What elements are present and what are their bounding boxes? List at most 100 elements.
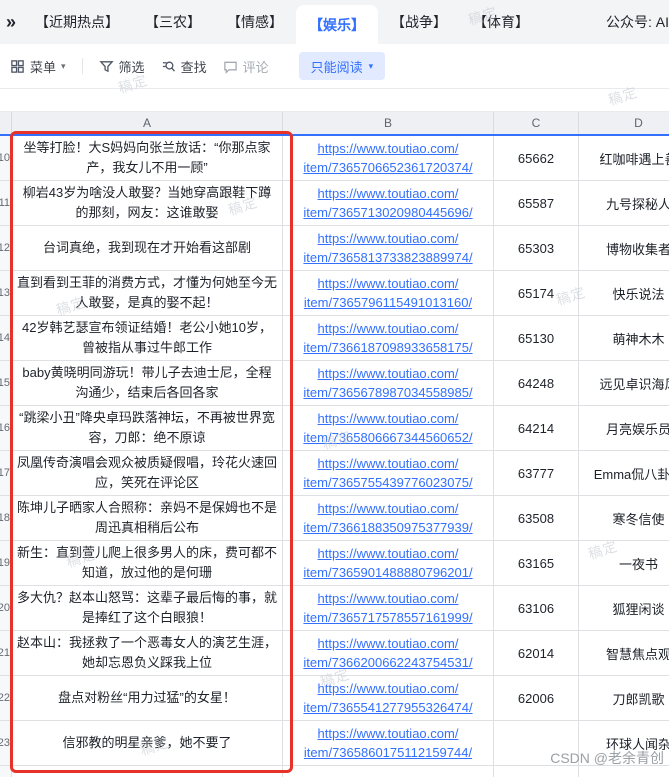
article-link-line2[interactable]: item/7365901488880796201/ — [303, 563, 472, 582]
title-cell[interactable] — [12, 766, 283, 777]
account-cell[interactable]: 博物收集者 — [579, 226, 669, 271]
title-cell[interactable]: baby黄晓明同游玩！带儿子去迪士尼，全程沟通少，结束后各回各家 — [12, 361, 283, 406]
tab-official-account[interactable]: 公众号: AI — [593, 0, 669, 44]
url-cell[interactable]: https://www.toutiao.com/ item/7365860175… — [283, 721, 494, 766]
article-link-line2[interactable]: item/7365541277955326474/ — [303, 698, 472, 717]
column-header-a[interactable]: A — [12, 112, 283, 134]
account-cell[interactable]: 寒冬信使 — [579, 496, 669, 541]
count-cell[interactable]: 63165 — [494, 541, 579, 586]
article-link-line1[interactable]: https://www.toutiao.com/ — [318, 274, 459, 293]
row-number[interactable]: 20 — [0, 586, 12, 631]
count-cell[interactable]: 65303 — [494, 226, 579, 271]
menu-button[interactable]: 菜单 ▾ — [10, 57, 66, 76]
account-cell[interactable]: 智慧焦点观 — [579, 631, 669, 676]
article-link-line1[interactable]: https://www.toutiao.com/ — [318, 499, 459, 518]
comment-button[interactable]: 评论 — [223, 57, 269, 76]
account-cell[interactable]: 快乐说法 — [579, 271, 669, 316]
count-cell[interactable]: 63508 — [494, 496, 579, 541]
row-number[interactable]: 10 — [0, 136, 12, 181]
article-link-line2[interactable]: item/7365860175112159744/ — [304, 743, 472, 762]
row-number[interactable]: 17 — [0, 451, 12, 496]
row-number[interactable]: 24 — [0, 766, 12, 777]
title-cell[interactable]: 42岁韩艺瑟宣布领证结婚！老公小她10岁，曾被指从事过牛郎工作 — [12, 316, 283, 361]
readonly-button[interactable]: 只能阅读 ▾ — [298, 52, 386, 80]
article-link-line2[interactable]: item/7365755439776023075/ — [303, 473, 472, 492]
url-cell[interactable]: https://www.toutiao.com/ item/7365713020… — [283, 181, 494, 226]
tab-tiyu[interactable]: 【体育】 — [460, 0, 542, 44]
url-cell[interactable]: https://www.toutiao.com/ item/7365901488… — [283, 541, 494, 586]
title-cell[interactable]: “跳梁小丑”降央卓玛跌落神坛，不再被世界宽容，刀郎：绝不原谅 — [12, 406, 283, 451]
url-cell[interactable]: https://www.toutiao.com/ item/7366187098… — [283, 316, 494, 361]
row-number[interactable]: 13 — [0, 271, 12, 316]
article-link-line2[interactable]: item/7365796115491013160/ — [304, 293, 472, 312]
count-cell[interactable]: 65587 — [494, 181, 579, 226]
url-cell[interactable]: https://www.toutiao.com/ item/7366188350… — [283, 496, 494, 541]
row-number[interactable]: 14 — [0, 316, 12, 361]
title-cell[interactable]: 陈坤儿子晒家人合照称：亲妈不是保姆也不是周迅真相稍后公布 — [12, 496, 283, 541]
row-number[interactable]: 18 — [0, 496, 12, 541]
column-header-b[interactable]: B — [283, 112, 494, 134]
article-link-line1[interactable]: https://www.toutiao.com/ — [318, 589, 459, 608]
url-cell[interactable]: https://www.toutiao.com/ item/7365806667… — [283, 406, 494, 451]
url-cell[interactable]: https://www.toutiao.com/ item/7365717578… — [283, 586, 494, 631]
article-link-line2[interactable]: item/7365678987034558985/ — [303, 383, 472, 402]
account-cell[interactable]: 远见卓识海风 — [579, 361, 669, 406]
account-cell[interactable]: 一夜书 — [579, 541, 669, 586]
filter-button[interactable]: 筛选 — [98, 57, 145, 76]
count-cell[interactable]: 62014 — [494, 631, 579, 676]
count-cell[interactable]: 62006 — [494, 676, 579, 721]
row-number[interactable]: 12 — [0, 226, 12, 271]
article-link-line1[interactable]: https://www.toutiao.com/ — [318, 319, 459, 338]
title-cell[interactable]: 多大仇？赵本山怒骂：这辈子最后悔的事，就是捧红了这个白眼狼！ — [12, 586, 283, 631]
title-cell[interactable]: 台词真绝，我到现在才开始看这部剧 — [12, 226, 283, 271]
account-cell[interactable]: 狐狸闲谈 — [579, 586, 669, 631]
article-link-line2[interactable]: item/7366187098933658175/ — [303, 338, 472, 357]
title-cell[interactable]: 信邪教的明星亲爹，她不要了 — [12, 721, 283, 766]
count-cell[interactable]: 64248 — [494, 361, 579, 406]
url-cell[interactable]: https://www.toutiao.com/ item/7365541277… — [283, 676, 494, 721]
count-cell[interactable]: 65130 — [494, 316, 579, 361]
title-cell[interactable]: 坐等打脸！大S妈妈向张兰放话：“你那点家产，我女儿不用一顾” — [12, 136, 283, 181]
article-link-line2[interactable]: item/7366188350975377939/ — [303, 518, 472, 537]
row-number[interactable]: 11 — [0, 181, 12, 226]
article-link-line1[interactable]: https://www.toutiao.com/ — [318, 184, 459, 203]
article-link-line1[interactable]: https://www.toutiao.com/ — [318, 139, 459, 158]
title-cell[interactable]: 凤凰传奇演唱会观众被质疑假唱，玲花火速回应，笑死在评论区 — [12, 451, 283, 496]
article-link-line2[interactable]: item/7365813733823889974/ — [303, 248, 472, 267]
account-cell[interactable] — [579, 766, 669, 777]
article-link-line1[interactable]: https://www.toutiao.com/ — [318, 679, 459, 698]
url-cell[interactable]: https://www.toutiao.com/ item/7365678987… — [283, 361, 494, 406]
select-all-corner[interactable] — [0, 112, 12, 134]
title-cell[interactable]: 新生：直到萱儿爬上很多男人的床，费可都不知道，放过他的是何珊 — [12, 541, 283, 586]
column-header-c[interactable]: C — [494, 112, 579, 134]
article-link-line2[interactable]: item/7365706652361720374/ — [303, 158, 472, 177]
article-link-line1[interactable]: https://www.toutiao.com/ — [318, 724, 459, 743]
row-number[interactable]: 23 — [0, 721, 12, 766]
row-number[interactable]: 15 — [0, 361, 12, 406]
count-cell[interactable]: 65174 — [494, 271, 579, 316]
url-cell[interactable]: https://www.toutiao.com/ item/7366200662… — [283, 631, 494, 676]
account-cell[interactable]: 九号探秘人 — [579, 181, 669, 226]
account-cell[interactable]: 环球人闻杂 — [579, 721, 669, 766]
account-cell[interactable]: 月亮娱乐员 — [579, 406, 669, 451]
article-link-line1[interactable]: https://www.toutiao.com/ — [318, 634, 459, 653]
title-cell[interactable]: 盘点对粉丝“用力过猛”的女星！ — [12, 676, 283, 721]
url-cell[interactable]: https://www.toutiao.com/ item/7365755439… — [283, 451, 494, 496]
article-link-line1[interactable]: https://www.toutiao.com/ — [318, 454, 459, 473]
column-header-d[interactable]: D — [579, 112, 669, 134]
count-cell[interactable]: 65662 — [494, 136, 579, 181]
tab-recent-hot[interactable]: 【近期热点】 — [22, 0, 132, 44]
count-cell[interactable]: 64214 — [494, 406, 579, 451]
row-number[interactable]: 19 — [0, 541, 12, 586]
tab-zhanzheng[interactable]: 【战争】 — [378, 0, 460, 44]
article-link-line2[interactable]: item/7365713020980445696/ — [303, 203, 472, 222]
url-cell[interactable]: https://www.toutiao.com/ item/7365796115… — [283, 271, 494, 316]
account-cell[interactable]: Emma侃八卦娱 — [579, 451, 669, 496]
count-cell[interactable] — [494, 721, 579, 766]
count-cell[interactable] — [494, 766, 579, 777]
article-link-line1[interactable]: https://www.toutiao.com/ — [318, 364, 459, 383]
article-link-line1[interactable]: https://www.toutiao.com/ — [318, 229, 459, 248]
article-link-line2[interactable]: item/7366200662243754531/ — [303, 653, 472, 672]
title-cell[interactable]: 赵本山：我拯救了一个恶毒女人的演艺生涯，她却忘恩负义踩我上位 — [12, 631, 283, 676]
row-number[interactable]: 16 — [0, 406, 12, 451]
